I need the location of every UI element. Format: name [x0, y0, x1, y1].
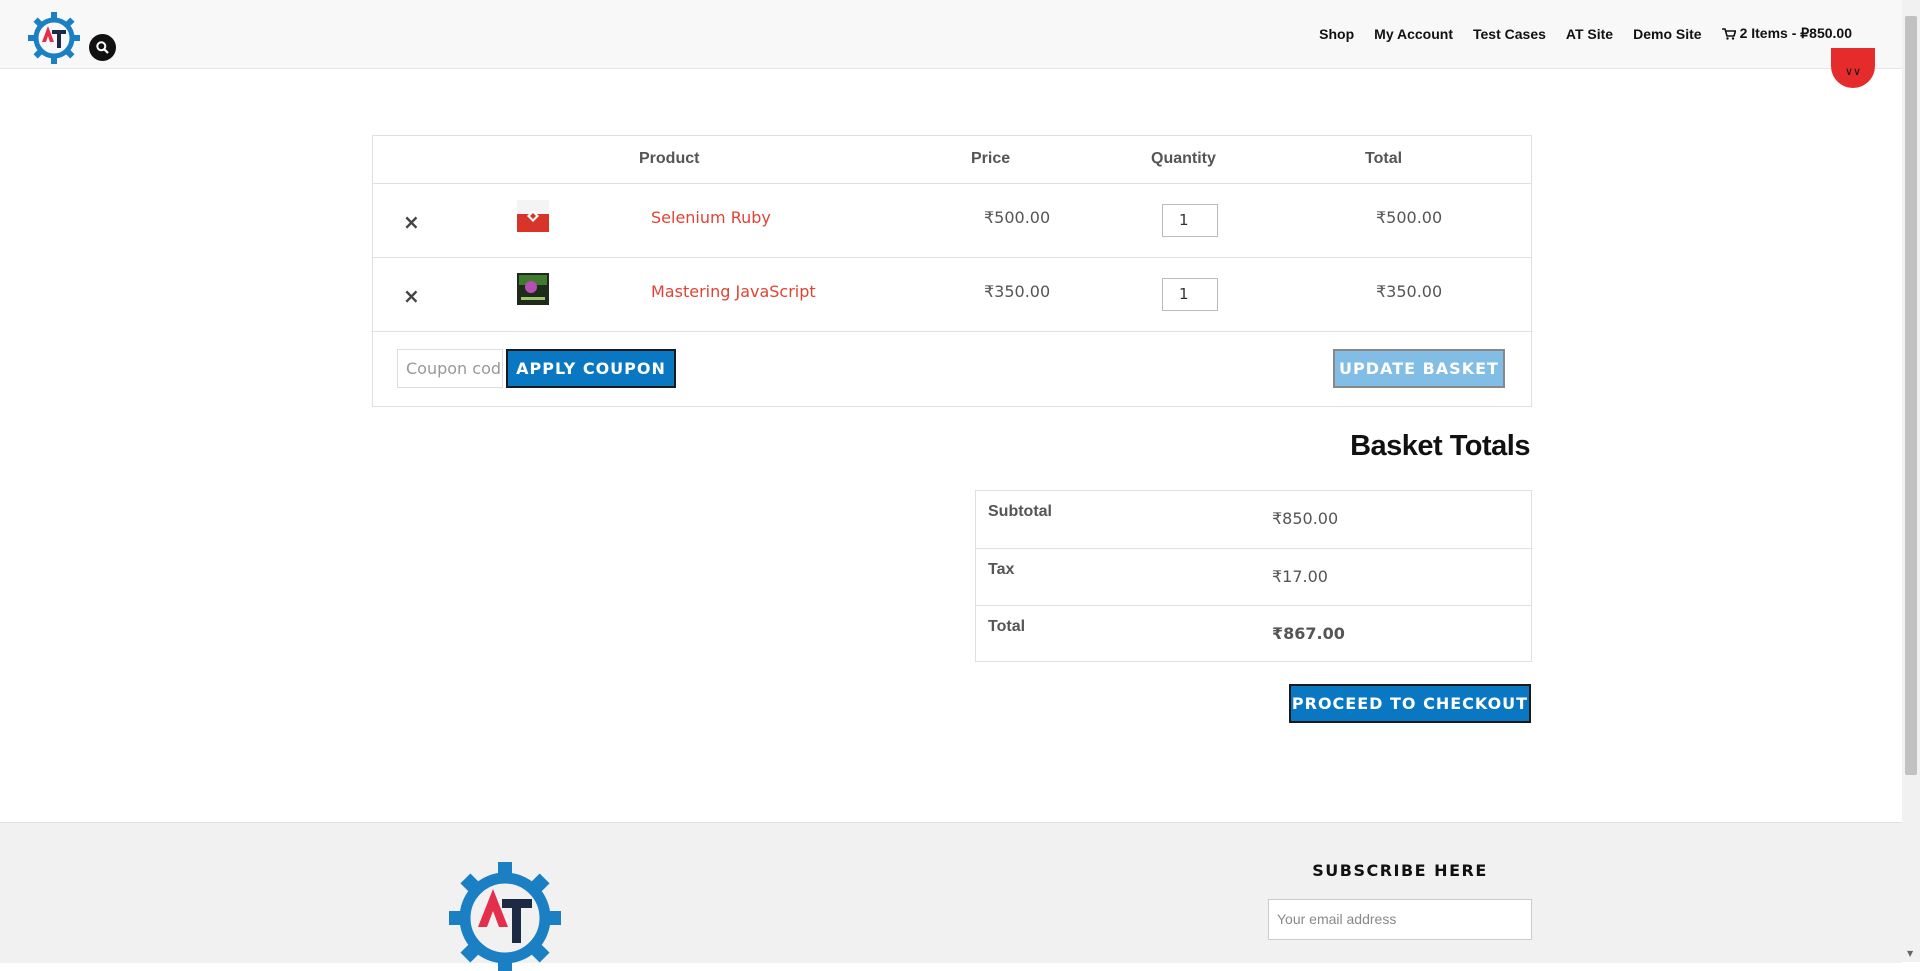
remove-item-button[interactable]: × [403, 210, 420, 234]
nav-test-cases[interactable]: Test Cases [1473, 26, 1546, 42]
double-chevron-down-icon: ∨∨ [1844, 65, 1862, 78]
remove-item-button[interactable]: × [403, 284, 420, 308]
subscribe-heading: SUBSCRIBE HERE [1312, 861, 1488, 880]
proceed-to-checkout-button[interactable]: PROCEED TO CHECKOUT [1289, 684, 1531, 723]
subtotal-label: Subtotal [988, 503, 1052, 520]
product-subtotal: ₹350.00 [1376, 282, 1443, 301]
nav-at-site[interactable]: AT Site [1566, 26, 1613, 42]
scroll-to-bottom-button[interactable]: ∨∨ [1831, 48, 1875, 88]
table-row: × Selenium Ruby ₹500.00 1 ₹500.00 [373, 183, 1531, 258]
product-name-link[interactable]: Selenium Ruby [651, 208, 771, 227]
site-header: Shop My Account Test Cases AT Site Demo … [0, 0, 1902, 69]
product-name-link[interactable]: Mastering JavaScript [651, 282, 816, 301]
nav-my-account[interactable]: My Account [1374, 26, 1453, 42]
subtotal-value: ₹850.00 [1272, 509, 1339, 528]
product-price: ₹500.00 [984, 208, 1051, 227]
cart-summary: 2 Items - ₽850.00 [1739, 25, 1852, 41]
coupon-code-input[interactable]: Coupon code [397, 349, 503, 388]
nav-demo-site[interactable]: Demo Site [1633, 26, 1701, 42]
order-total-label: Total [988, 618, 1026, 635]
apply-coupon-button[interactable]: APPLY COUPON [506, 349, 676, 388]
tax-row: Tax ₹17.00 [976, 548, 1531, 606]
main-nav: Shop My Account Test Cases AT Site Demo … [1319, 25, 1852, 42]
header-total: Total [1365, 150, 1403, 167]
search-button[interactable] [89, 34, 116, 61]
tax-value: ₹17.00 [1272, 567, 1328, 586]
product-thumbnail[interactable] [517, 273, 549, 305]
tax-label: Tax [988, 561, 1015, 578]
site-footer: SUBSCRIBE HERE Your email address [0, 822, 1902, 971]
basket-totals-table: Subtotal ₹850.00 Tax ₹17.00 Total ₹867.0… [975, 490, 1532, 662]
subtotal-row: Subtotal ₹850.00 [976, 491, 1531, 548]
header-product: Product [639, 150, 700, 167]
order-total-row: Total ₹867.00 [976, 605, 1531, 663]
cart-actions: Coupon code APPLY COUPON UPDATE BASKET [373, 331, 1531, 407]
quantity-input[interactable]: 1 [1162, 278, 1218, 311]
page-scrollbar[interactable]: ▼ [1902, 0, 1920, 962]
header-price: Price [971, 150, 1011, 167]
product-thumbnail[interactable] [517, 200, 549, 232]
update-basket-button[interactable]: UPDATE BASKET [1333, 349, 1505, 388]
scrollbar-thumb[interactable] [1905, 16, 1917, 775]
header-quantity: Quantity [1151, 150, 1216, 167]
table-row: × Mastering JavaScript ₹350.00 1 ₹350.00 [373, 257, 1531, 332]
nav-shop[interactable]: Shop [1319, 26, 1354, 42]
nav-cart[interactable]: 2 Items - ₽850.00 [1721, 25, 1852, 42]
product-price: ₹350.00 [984, 282, 1051, 301]
search-icon [96, 41, 109, 54]
site-logo[interactable] [28, 12, 80, 64]
scroll-down-arrow-icon[interactable]: ▼ [1907, 949, 1913, 958]
cart-icon [1721, 27, 1736, 40]
footer-logo[interactable] [448, 861, 562, 971]
order-total-value: ₹867.00 [1272, 624, 1345, 643]
cart-table: Product Price Quantity Total × Selenium … [372, 135, 1532, 407]
quantity-input[interactable]: 1 [1162, 204, 1218, 237]
email-field[interactable]: Your email address [1268, 899, 1532, 940]
product-subtotal: ₹500.00 [1376, 208, 1443, 227]
basket-totals-title: Basket Totals [1350, 430, 1530, 462]
